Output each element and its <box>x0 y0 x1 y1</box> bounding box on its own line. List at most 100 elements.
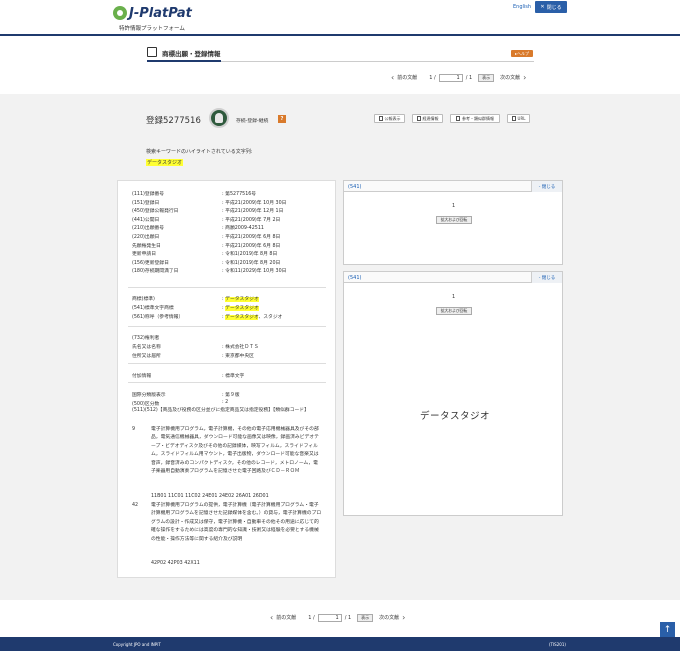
url-button[interactable]: URL <box>507 114 530 123</box>
mark-panel-number: 1 <box>452 203 456 209</box>
owner-name-value: : 株式会社ＤＴＳ <box>222 345 259 350</box>
owner-addr-key: 住所又は居所 <box>132 354 161 359</box>
zoom-rotate-button[interactable]: 拡大および回転 <box>436 307 472 315</box>
page-number-input[interactable]: 1 <box>317 613 342 622</box>
goods-text-42: 電子計算機用プログラムの提供，電子計算機（電子計算機用プログラム・電子計算機用プ… <box>151 503 322 542</box>
field-value: : 令和11(2029)年 10月 30日 <box>222 269 287 275</box>
field-key: (151)登録日 <box>132 200 160 206</box>
field-value: : 第5277516号 <box>222 192 257 197</box>
reference-button[interactable]: 参考・類似群情報 <box>450 114 500 123</box>
link-icon <box>511 116 516 121</box>
content-area <box>0 94 680 600</box>
field-key: 更新申請日 <box>132 252 156 258</box>
trademark-image: データスタジオ <box>420 411 491 422</box>
header-divider <box>0 34 680 36</box>
extra-info-value: : 標準文字 <box>222 374 245 379</box>
field-key: (156)更新登録日 <box>132 260 169 266</box>
document-icon <box>456 116 460 121</box>
copyright: Copyright JPO and INPIT <box>113 642 161 647</box>
help-label: ヘルプ <box>517 50 529 56</box>
name-highlight: データスタジオ <box>225 297 259 302</box>
registration-title: 登録5277516 <box>146 116 201 126</box>
url-label: URL <box>517 116 526 121</box>
mark-panel-header: (541) - 閉じる <box>344 181 562 192</box>
pager-top: ‹ 前の文献 1 / 1 / 1 表示 次の文献 › <box>388 73 529 82</box>
chevron-right-icon[interactable]: › <box>402 613 405 622</box>
status-text: 存続-登録-継続 <box>236 119 269 124</box>
prev-doc-link[interactable]: 前の文献 <box>397 74 417 81</box>
name-highlight: データスタジオ <box>225 315 259 320</box>
close-label: 閉じる <box>546 4 562 11</box>
goods-class-9: 9 <box>132 427 136 432</box>
history-button[interactable]: 経過情報 <box>412 114 443 123</box>
zoom-rotate-button[interactable]: 拡大および回転 <box>436 216 472 224</box>
history-label: 経過情報 <box>422 115 439 121</box>
header <box>0 0 680 34</box>
owner-addr-value: : 東京都中央区 <box>222 354 254 359</box>
name-value: : データスタジオ <box>222 304 259 311</box>
mark-panel-label: (541) <box>348 275 362 281</box>
document-icon <box>378 116 383 121</box>
close-window-button[interactable]: ✕ 閉じる <box>535 1 567 13</box>
page-title: 商標出願・登録情報 <box>162 50 221 58</box>
mark-panel-close-button[interactable]: - 閉じる <box>531 272 562 283</box>
next-doc-link[interactable]: 次の文献 <box>500 74 520 81</box>
owner-name-key: 氏名又は名称 <box>132 345 161 350</box>
page-total: / 1 <box>465 74 473 81</box>
logo-icon[interactable] <box>113 6 127 20</box>
english-link[interactable]: English <box>513 4 531 10</box>
mark-panel-label: (541) <box>348 184 362 190</box>
help-button[interactable]: ▸ ヘルプ <box>511 50 533 57</box>
name-value: : データスタジオ <box>222 295 259 302</box>
goods-codes-9: 11B01 11C01 11C02 24E01 24E02 26A01 26D0… <box>151 494 269 499</box>
name-suffix: 、スタジオ <box>258 315 283 320</box>
field-key: (441)公開日 <box>132 217 160 223</box>
scroll-to-top-button[interactable]: ↑ <box>660 622 675 637</box>
field-value: : 平成21(2009)年 10月 30日 <box>222 200 287 206</box>
name-key: (561)称呼（参考情報） <box>132 315 184 320</box>
keyword-highlight: データスタジオ <box>146 159 184 166</box>
name-highlight: データスタジオ <box>225 306 259 311</box>
chevron-right-icon[interactable]: › <box>523 73 526 82</box>
document-icon <box>416 116 421 121</box>
prev-doc-link[interactable]: 前の文献 <box>276 614 296 621</box>
field-key: (111)登録番号 <box>132 192 165 197</box>
show-button[interactable]: 表示 <box>357 613 374 622</box>
footer: Copyright JPO and INPIT (TIS201) <box>0 637 680 651</box>
chevron-left-icon[interactable]: ‹ <box>270 613 273 622</box>
field-value: : 平成21(2009)年 12月 1日 <box>222 209 284 215</box>
field-value: : 令和1(2019)年 8月 20日 <box>222 260 281 266</box>
field-value: : 令和1(2019)年 8月 8日 <box>222 252 278 258</box>
next-doc-link[interactable]: 次の文献 <box>379 614 399 621</box>
field-key: (180)存続期間満了日 <box>132 269 179 275</box>
show-button[interactable]: 表示 <box>478 73 495 82</box>
goods-header: (511)(512)【商品及び役務の区分並びに指定商品又は指定役務】【類似群コー… <box>132 408 309 413</box>
screen-code: (TIS201) <box>549 642 566 647</box>
field-value: : 平成21(2009)年 6月 8日 <box>222 243 281 249</box>
mark-panel-close-button[interactable]: - 閉じる <box>531 181 562 192</box>
pager-bottom: ‹ 前の文献 1 / 1 / 1 表示 次の文献 › <box>267 613 408 622</box>
name-key: (541)標準文字商標 <box>132 306 174 311</box>
field-key: (220)出願日 <box>132 235 160 240</box>
close-icon: ✕ <box>540 4 545 10</box>
divider <box>128 287 326 288</box>
goods-class-42: 42 <box>132 503 139 508</box>
mark-panel-number: 1 <box>452 294 456 300</box>
chevron-left-icon[interactable]: ‹ <box>391 73 394 82</box>
search-doc-icon <box>147 47 157 57</box>
divider <box>128 382 326 383</box>
field-value: : 商願2009-42511 <box>222 226 264 232</box>
status-icon <box>209 108 229 128</box>
page-number-input[interactable]: 1 <box>438 73 463 82</box>
logo-subtitle: 特許情報プラットフォーム <box>119 26 185 32</box>
owner-section: (732)権利者 <box>132 336 160 341</box>
gazette-button[interactable]: 公報表示 <box>374 114 405 123</box>
name-key: 商標(標準) <box>132 297 155 302</box>
divider <box>128 326 326 327</box>
mark-panel-1: (541) - 閉じる 1 拡大および回転 <box>343 180 563 265</box>
keyword-label: 検索キーワードのハイライトされている文字列: <box>146 149 253 155</box>
logo-text[interactable]: J-PlatPat <box>129 6 192 21</box>
status-help-icon[interactable]: ? <box>278 115 286 123</box>
field-value: : 平成21(2009)年 7月 2日 <box>222 217 281 223</box>
field-key: (450)登録公報発行日 <box>132 209 179 215</box>
